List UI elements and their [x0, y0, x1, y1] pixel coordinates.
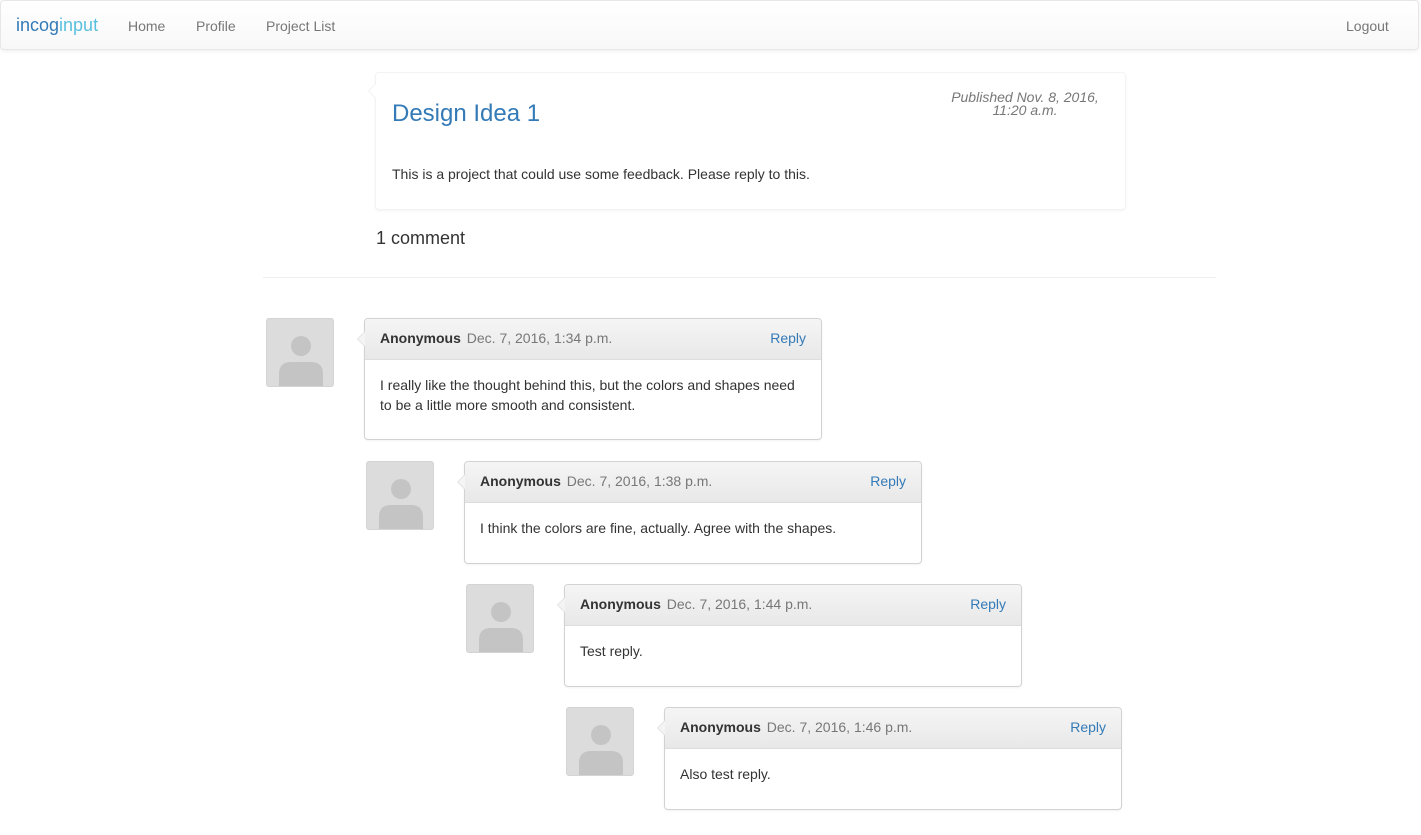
avatar: [366, 461, 434, 530]
comment-date: Dec. 7, 2016, 1:38 p.m.: [566, 473, 713, 489]
logout-link[interactable]: Logout: [1346, 16, 1389, 36]
comment-author: Anonymous: [680, 719, 761, 735]
post-published-line2: 11:20 a.m.: [992, 102, 1058, 118]
post-title[interactable]: Design Idea 1: [392, 100, 540, 128]
comment-author: Anonymous: [580, 596, 661, 612]
nav-profile-link[interactable]: Profile: [196, 16, 236, 36]
comment-header: Anonymous Dec. 7, 2016, 1:38 p.m. Reply: [465, 462, 921, 503]
nav-home-link[interactable]: Home: [128, 16, 165, 36]
brand-logo[interactable]: incoginput: [16, 15, 98, 35]
comment-panel: Anonymous Dec. 7, 2016, 1:46 p.m. Reply …: [657, 707, 1122, 810]
comment-body: I think the colors are fine, actually. A…: [480, 520, 837, 536]
avatar: [566, 707, 634, 776]
comment-body: I really like the thought behind this, b…: [380, 377, 795, 413]
comment-header: Anonymous Dec. 7, 2016, 1:46 p.m. Reply: [665, 708, 1121, 749]
avatar: [466, 584, 534, 653]
post-published-date: Published Nov. 8, 2016, 11:20 a.m.: [945, 90, 1105, 118]
reply-link[interactable]: Reply: [870, 473, 906, 489]
comment-author: Anonymous: [480, 473, 561, 489]
user-silhouette-icon: [479, 602, 523, 652]
project-post-panel: Design Idea 1 Published Nov. 8, 2016, 11…: [368, 72, 1126, 210]
divider: [263, 277, 1216, 278]
reply-link[interactable]: Reply: [970, 596, 1006, 612]
comment-count: 1 comment: [376, 228, 466, 248]
comment-header: Anonymous Dec. 7, 2016, 1:34 p.m. Reply: [365, 319, 821, 360]
comment-panel: Anonymous Dec. 7, 2016, 1:44 p.m. Reply …: [557, 584, 1022, 687]
brand-part2: input: [59, 15, 99, 35]
comment-body: Test reply.: [580, 643, 643, 659]
panel-arrow-icon: [368, 83, 376, 99]
user-silhouette-icon: [279, 336, 323, 386]
comment-date: Dec. 7, 2016, 1:46 p.m.: [766, 719, 913, 735]
reply-link[interactable]: Reply: [770, 330, 806, 346]
comment-date: Dec. 7, 2016, 1:44 p.m.: [666, 596, 813, 612]
comment-date: Dec. 7, 2016, 1:34 p.m.: [466, 330, 613, 346]
comment-author: Anonymous: [380, 330, 461, 346]
comment-body: Also test reply.: [680, 766, 771, 782]
brand-part1: incog: [16, 15, 60, 35]
comment-header: Anonymous Dec. 7, 2016, 1:44 p.m. Reply: [565, 585, 1021, 626]
comment-panel: Anonymous Dec. 7, 2016, 1:34 p.m. Reply …: [357, 318, 822, 440]
user-silhouette-icon: [379, 479, 423, 529]
comment-panel: Anonymous Dec. 7, 2016, 1:38 p.m. Reply …: [457, 461, 922, 564]
reply-link[interactable]: Reply: [1070, 719, 1106, 735]
nav-project-list-link[interactable]: Project List: [266, 16, 335, 36]
post-body: This is a project that could use some fe…: [392, 166, 810, 182]
avatar: [266, 318, 334, 387]
top-navbar: incoginput Home Profile Project List Log…: [0, 0, 1419, 50]
user-silhouette-icon: [579, 725, 623, 775]
